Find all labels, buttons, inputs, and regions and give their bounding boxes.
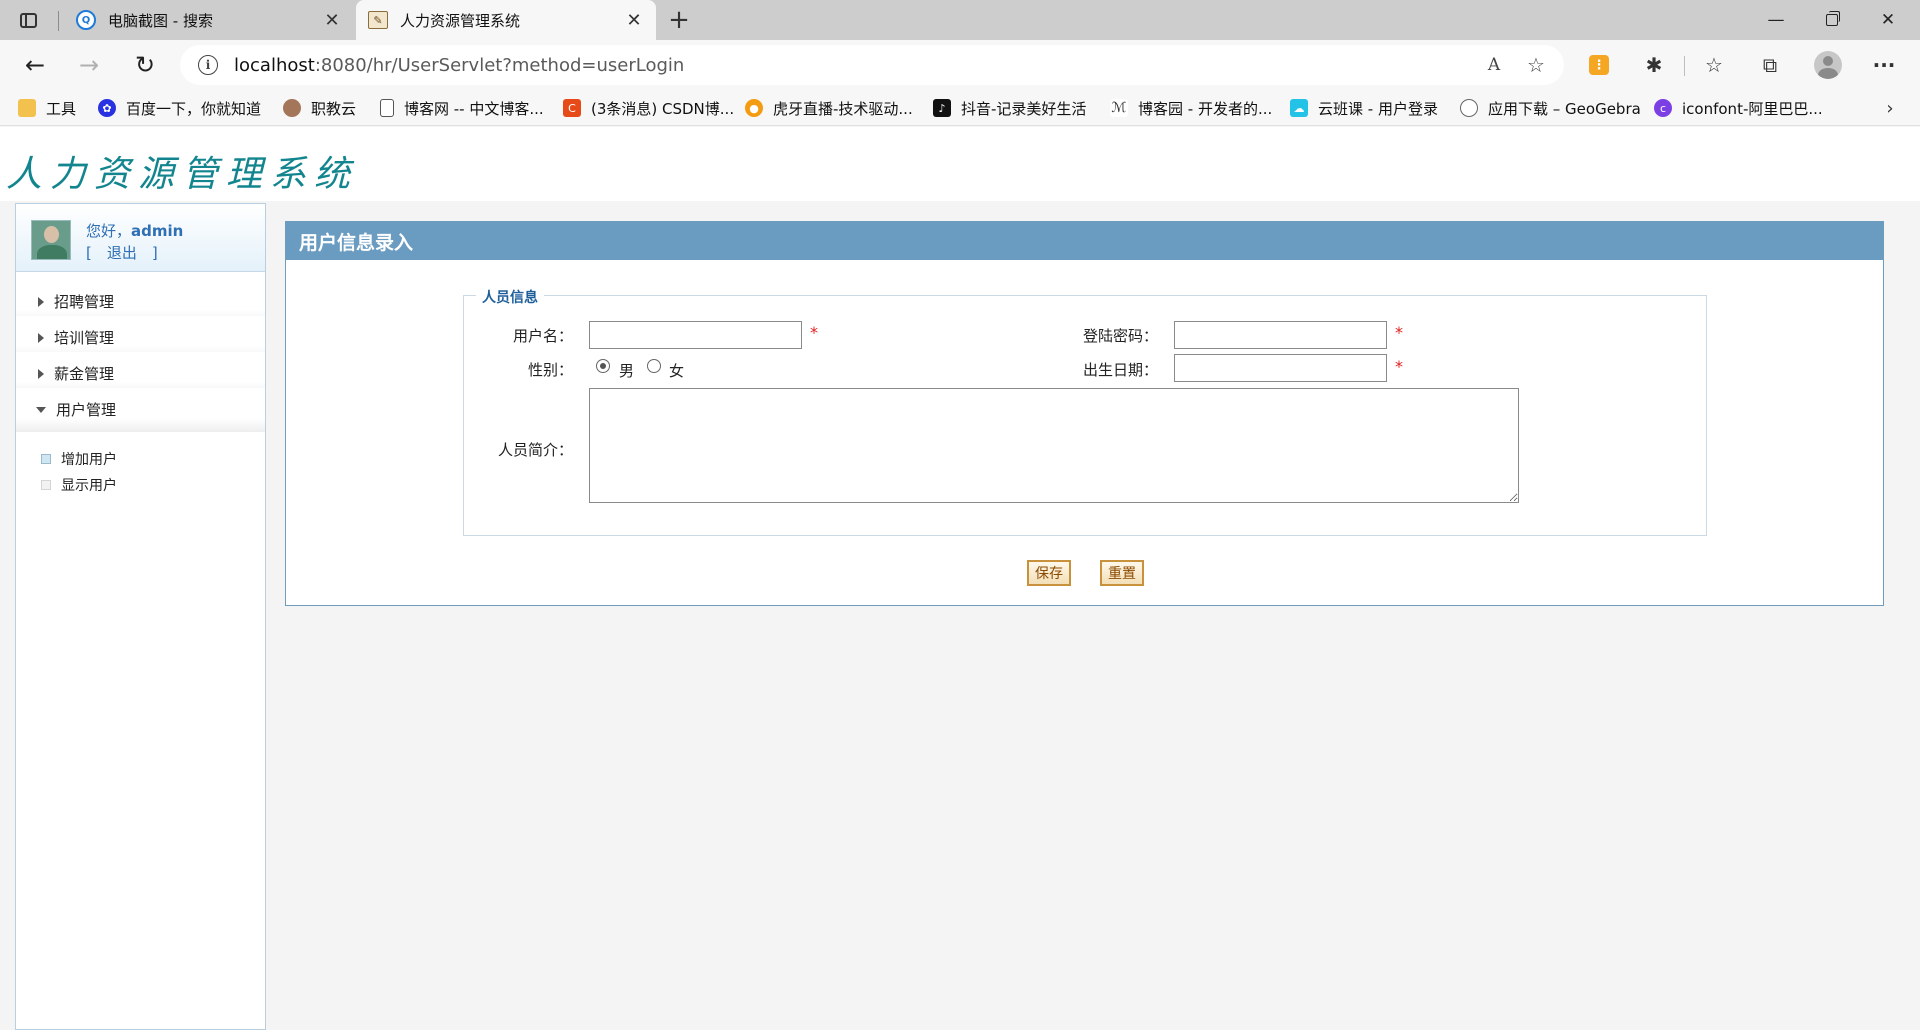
tab-label: 人力资源管理系统 <box>400 11 521 30</box>
sidebar-item-user-management[interactable]: 用户管理 <box>16 388 265 432</box>
fieldset-legend: 人员信息 <box>476 287 544 307</box>
bullet-square-icon <box>41 480 51 490</box>
douyin-icon: ♪ <box>933 99 951 117</box>
reload-icon[interactable]: ↻ <box>126 46 164 84</box>
bookmark-item[interactable]: ♪ 抖音-记录美好生活 <box>933 96 1086 120</box>
intro-textarea[interactable] <box>589 388 1519 503</box>
cnblogs-icon: ℳ <box>1110 99 1128 117</box>
sidebar-item-label: 薪金管理 <box>54 365 115 383</box>
zhijiaoyun-icon <box>283 99 301 117</box>
toolbar-separator <box>1684 56 1685 76</box>
forward-arrow-icon[interactable]: → <box>70 46 108 84</box>
caret-right-icon <box>38 332 44 343</box>
app-logo: 人力资源管理系统 <box>6 154 359 195</box>
greeting-text: 您好，admin <box>86 222 184 240</box>
page-favicon-icon: ✎ <box>368 11 388 29</box>
geogebra-icon <box>1460 99 1478 117</box>
browser-tab-bar: Q 电脑截图 - 搜索 ✕ ✎ 人力资源管理系统 ✕ + — ✕ <box>0 0 1920 40</box>
address-bar[interactable]: i localhost:8080/hr/UserServlet?method=u… <box>180 45 1564 85</box>
username-input[interactable] <box>589 321 802 349</box>
bookmark-item[interactable]: 博客网 -- 中文博客... <box>380 96 544 120</box>
add-favorite-icon[interactable]: ☆ <box>1524 53 1548 77</box>
required-mark: * <box>1395 323 1403 342</box>
tab-separator <box>58 11 59 31</box>
intro-label: 人员简介： <box>497 441 573 459</box>
gender-female-label: 女 <box>669 362 685 380</box>
required-mark: * <box>1395 357 1403 376</box>
password-label: 登陆密码： <box>1082 327 1158 345</box>
back-arrow-icon[interactable]: ← <box>16 46 54 84</box>
save-button[interactable]: 保存 <box>1027 560 1071 586</box>
collections-icon[interactable]: ⧉ <box>1756 51 1784 79</box>
user-info-box: 您好，admin [ 退出 ] <box>16 204 265 272</box>
bookmark-item[interactable]: c iconfont-阿里巴巴... <box>1654 96 1823 120</box>
caret-right-icon <box>38 368 44 379</box>
restore-icon[interactable] <box>1804 0 1860 40</box>
sidebar-item-label: 用户管理 <box>56 401 117 419</box>
bookmark-item[interactable]: 工具 <box>18 96 76 120</box>
read-aloud-icon[interactable]: A <box>1482 53 1506 77</box>
password-input[interactable] <box>1174 321 1387 349</box>
browser-tab-hr-system[interactable]: ✎ 人力资源管理系统 ✕ <box>356 0 656 40</box>
tab-actions-icon[interactable] <box>14 8 42 32</box>
site-info-icon[interactable]: i <box>198 55 218 75</box>
required-mark: * <box>810 323 818 342</box>
sidebar-item-label: 招聘管理 <box>54 293 115 311</box>
iconfont-icon: c <box>1654 99 1672 117</box>
more-menu-icon[interactable]: ··· <box>1870 51 1898 79</box>
username-label: 用户名： <box>512 327 573 345</box>
minimize-icon[interactable]: — <box>1748 0 1804 40</box>
panel-title: 用户信息录入 <box>286 222 1883 260</box>
huya-icon: ● <box>745 99 763 117</box>
bookmark-item[interactable]: ☁ 云班课 - 用户登录 <box>1290 96 1438 120</box>
chevron-right-icon[interactable]: › <box>1878 96 1902 120</box>
url-text[interactable]: localhost:8080/hr/UserServlet?method=use… <box>234 55 684 76</box>
bookmark-item[interactable]: 应用下载 – GeoGebra <box>1460 96 1641 120</box>
user-form-panel: 用户信息录入 人员信息 用户名： * 登陆密码： * 性别： 男 女 出生日期：… <box>285 221 1884 606</box>
extensions-puzzle-icon[interactable]: ✱ <box>1640 51 1668 79</box>
yunbanke-icon: ☁ <box>1290 99 1308 117</box>
bookmarks-bar: 工具 ✿ 百度一下，你就知道 职教云 博客网 -- 中文博客... C (3条消息)… <box>0 90 1920 126</box>
sidebar-subitem-add-user[interactable]: 增加用户 <box>41 448 117 470</box>
person-info-fieldset: 人员信息 用户名： * 登陆密码： * 性别： 男 女 出生日期： * 人员简介… <box>463 287 1707 536</box>
baidu-paw-icon: ✿ <box>98 99 116 117</box>
bookmark-item[interactable]: C (3条消息) CSDN博... <box>563 96 734 120</box>
folder-icon <box>18 99 36 117</box>
bullet-square-icon <box>41 454 51 464</box>
caret-right-icon <box>38 296 44 307</box>
gender-male-label: 男 <box>619 362 635 380</box>
profile-avatar-icon[interactable] <box>1814 51 1842 79</box>
username-text: admin <box>131 222 184 240</box>
bookmark-item[interactable]: ℳ 博客园 - 开发者的... <box>1110 96 1272 120</box>
window-close-icon[interactable]: ✕ <box>1860 0 1916 40</box>
caret-down-icon <box>36 406 46 413</box>
favorites-icon[interactable]: ☆ <box>1700 51 1728 79</box>
birthday-label: 出生日期： <box>1082 361 1158 379</box>
app-header: 人力资源管理系统 <box>0 127 1920 201</box>
close-icon[interactable]: ✕ <box>622 8 646 32</box>
bookmark-item[interactable]: ✿ 百度一下，你就知道 <box>98 96 261 120</box>
logout-link[interactable]: [ 退出 ] <box>86 242 158 263</box>
close-icon[interactable]: ✕ <box>320 8 344 32</box>
csdn-icon: C <box>563 99 581 117</box>
birthday-input[interactable] <box>1174 354 1387 382</box>
bookmark-item[interactable]: 职教云 <box>283 96 356 120</box>
sidebar-item-label: 培训管理 <box>54 329 115 347</box>
sidebar-subitem-show-users[interactable]: 显示用户 <box>41 474 117 496</box>
new-tab-icon[interactable]: + <box>664 5 694 35</box>
page-content: 人力资源管理系统 您好，admin [ 退出 ] 招聘管理 培训管理 薪金管理 … <box>0 127 1920 1030</box>
reset-button[interactable]: 重置 <box>1100 560 1144 586</box>
bookmark-item[interactable]: ● 虎牙直播-技术驱动... <box>745 96 913 120</box>
browser-toolbar: ← → ↻ i localhost:8080/hr/UserServlet?me… <box>0 40 1920 90</box>
gender-male-radio[interactable] <box>596 359 610 373</box>
gender-label: 性别： <box>527 361 573 379</box>
bing-search-icon: Q <box>76 10 96 30</box>
gender-female-radio[interactable] <box>647 359 661 373</box>
sidebar: 您好，admin [ 退出 ] 招聘管理 培训管理 薪金管理 用户管理 增加用户… <box>15 203 266 1030</box>
office-extension-icon[interactable]: ⋮ <box>1585 51 1613 79</box>
browser-tab-search[interactable]: Q 电脑截图 - 搜索 ✕ <box>64 0 354 40</box>
page-icon <box>380 99 394 117</box>
tab-label: 电脑截图 - 搜索 <box>108 11 213 30</box>
avatar <box>31 220 71 260</box>
